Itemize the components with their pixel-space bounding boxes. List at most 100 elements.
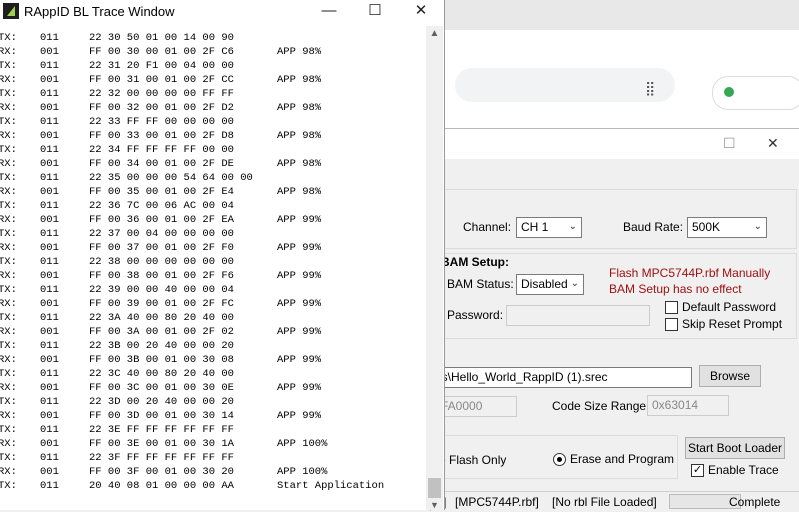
file-path-input[interactable]: ds\Hello_World_RappID (1).srec <box>431 367 692 388</box>
log-direction: RX: <box>0 130 17 142</box>
log-id: 011 <box>40 200 59 212</box>
trace-log-row: RX: 001 FF 00 30 00 01 00 2F C6 APP 98% <box>0 45 426 59</box>
log-status: APP 99% <box>277 242 322 254</box>
log-id: 011 <box>40 424 59 436</box>
log-id: 001 <box>40 242 59 254</box>
boot-loader-window: ☐ ✕ Channel: CH 1 ⌄ Baud Rate: 500K ⌄ BA… <box>430 128 799 512</box>
trace-log-row: TX: 011 22 3F FF FF FF FF FF FF <box>0 451 426 465</box>
channel-label: Channel: <box>463 220 512 234</box>
trace-log[interactable]: RX:001FF 00 2F 01 00 2F C0APP 98%TX:0112… <box>0 26 426 510</box>
maximize-icon[interactable]: ☐ <box>723 135 736 152</box>
trace-log-row: RX: 001 FF 00 3B 00 01 00 30 08 APP 99% <box>0 353 426 367</box>
log-bytes: 22 35 00 00 00 54 64 00 00 <box>89 172 253 184</box>
trace-log-row: TX: 011 22 30 50 01 00 14 00 90 <box>0 31 426 45</box>
baud-rate-select[interactable]: 500K ⌄ <box>687 217 767 238</box>
log-bytes: 22 34 FF FF FF FF 00 00 <box>89 144 234 156</box>
log-direction: RX: <box>0 298 17 310</box>
log-id: 001 <box>40 214 59 226</box>
erase-program-radio[interactable] <box>553 453 566 466</box>
code-size-input[interactable]: 0x63014 <box>647 395 729 416</box>
trace-log-row: RX: 001 FF 00 3A 00 01 00 2F 02 APP 99% <box>0 325 426 339</box>
trace-log-row: TX: 011 20 40 08 01 00 00 00 AA Start Appli… <box>0 479 426 493</box>
log-direction: TX: <box>0 312 17 324</box>
channel-select-value: CH 1 <box>521 220 549 234</box>
password-input[interactable] <box>506 305 650 326</box>
skip-reset-label: Skip Reset Prompt <box>682 317 783 331</box>
log-status: APP 99% <box>277 270 322 282</box>
log-bytes: 22 32 00 00 00 00 FF FF <box>89 88 234 100</box>
log-bytes: 22 3B 00 20 40 00 00 20 <box>89 340 234 352</box>
trace-log-row: TX: 011 22 33 FF FF 00 00 00 00 <box>0 115 426 129</box>
code-size-label: Code Size Range: <box>552 399 650 413</box>
bam-status-select[interactable]: Disabled ⌄ <box>516 274 584 295</box>
log-bytes: FF 00 37 00 01 00 2F F0 <box>89 242 234 254</box>
skip-reset-checkbox[interactable] <box>665 318 678 331</box>
apps-grid-icon[interactable]: ⣿ <box>645 80 655 97</box>
warning-line-2: BAM Setup has no effect <box>609 282 742 296</box>
vertical-scrollbar[interactable]: ▲ ▼ <box>426 26 443 510</box>
trace-log-row: TX: 011 22 38 00 00 00 00 00 00 <box>0 255 426 269</box>
log-id: 011 <box>40 60 59 72</box>
log-status: APP 98% <box>277 158 322 170</box>
log-status: APP 100% <box>277 466 328 478</box>
browser-search-pill[interactable] <box>455 68 675 102</box>
trace-log-row: RX: 001 FF 00 36 00 01 00 2F EA APP 99% <box>0 213 426 227</box>
log-direction: RX: <box>0 326 17 338</box>
log-direction: RX: <box>0 438 17 450</box>
close-icon[interactable]: ✕ <box>767 135 779 152</box>
trace-log-row: TX: 011 22 36 7C 00 06 AC 00 04 <box>0 199 426 213</box>
log-status: APP 98% <box>277 186 322 198</box>
log-id: 011 <box>40 480 59 492</box>
default-password-checkbox[interactable] <box>665 301 678 314</box>
trace-log-row: RX: 001 FF 00 3F 00 01 00 30 20 APP 100% <box>0 465 426 479</box>
chevron-down-icon: ⌄ <box>568 221 577 232</box>
close-icon[interactable]: ✕ <box>398 0 444 24</box>
log-direction: TX: <box>0 228 17 240</box>
log-bytes: FF 00 3C 00 01 00 30 0E <box>89 382 234 394</box>
browser-tab-strip <box>440 0 799 30</box>
chevron-down-icon: ⌄ <box>753 221 762 232</box>
trace-log-row: TX: 011 22 3E FF FF FF FF FF FF <box>0 423 426 437</box>
log-bytes: FF 00 3A 00 01 00 2F 02 <box>89 326 234 338</box>
log-direction: RX: <box>0 466 17 478</box>
log-status: APP 98% <box>277 102 322 114</box>
status-rbl: [No rbl File Loaded] <box>552 495 657 509</box>
log-bytes: FF 00 38 00 01 00 2F F6 <box>89 270 234 282</box>
log-direction: TX: <box>0 340 17 352</box>
status-complete: Complete <box>729 495 781 509</box>
log-bytes: FF 00 34 00 01 00 2F DE <box>89 158 234 170</box>
log-direction: RX: <box>0 74 17 86</box>
log-id: 011 <box>40 452 59 464</box>
log-direction: RX: <box>0 46 17 58</box>
log-id: 001 <box>40 410 59 422</box>
log-direction: RX: <box>0 410 17 422</box>
log-id: 011 <box>40 368 59 380</box>
enable-trace-checkbox[interactable]: ✓ <box>691 464 704 477</box>
log-id: 001 <box>40 466 59 478</box>
log-bytes: FF 00 32 00 01 00 2F D2 <box>89 102 234 114</box>
scroll-thumb[interactable] <box>428 478 441 498</box>
maximize-icon[interactable]: ☐ <box>352 0 398 24</box>
channel-select[interactable]: CH 1 ⌄ <box>516 217 582 238</box>
log-status: APP 98% <box>277 46 322 58</box>
baud-rate-select-value: 500K <box>692 220 721 234</box>
minimize-icon[interactable]: — <box>306 0 352 24</box>
log-bytes: 22 33 FF FF 00 00 00 00 <box>89 116 234 128</box>
log-id: 011 <box>40 284 59 296</box>
scroll-down-icon[interactable]: ▼ <box>426 500 443 510</box>
log-id: 001 <box>40 102 59 114</box>
log-bytes: 22 3C 40 00 80 20 40 00 <box>89 368 234 380</box>
browse-button[interactable]: Browse <box>699 365 761 387</box>
log-direction: RX: <box>0 270 17 282</box>
start-boot-loader-button[interactable]: Start Boot Loader <box>685 437 785 459</box>
trace-log-row: RX: 001 FF 00 39 00 01 00 2F FC APP 99% <box>0 297 426 311</box>
log-direction: TX: <box>0 284 17 296</box>
log-status: APP 99% <box>277 214 322 226</box>
bam-status-value: Disabled <box>521 277 568 291</box>
log-direction: RX: <box>0 102 17 114</box>
log-bytes: 22 39 00 00 40 00 00 04 <box>89 284 234 296</box>
trace-log-row: RX: 001 FF 00 32 00 01 00 2F D2 APP 98% <box>0 101 426 115</box>
log-direction: TX: <box>0 452 17 464</box>
scroll-up-icon[interactable]: ▲ <box>426 28 443 42</box>
log-bytes: FF 00 33 00 01 00 2F D8 <box>89 130 234 142</box>
